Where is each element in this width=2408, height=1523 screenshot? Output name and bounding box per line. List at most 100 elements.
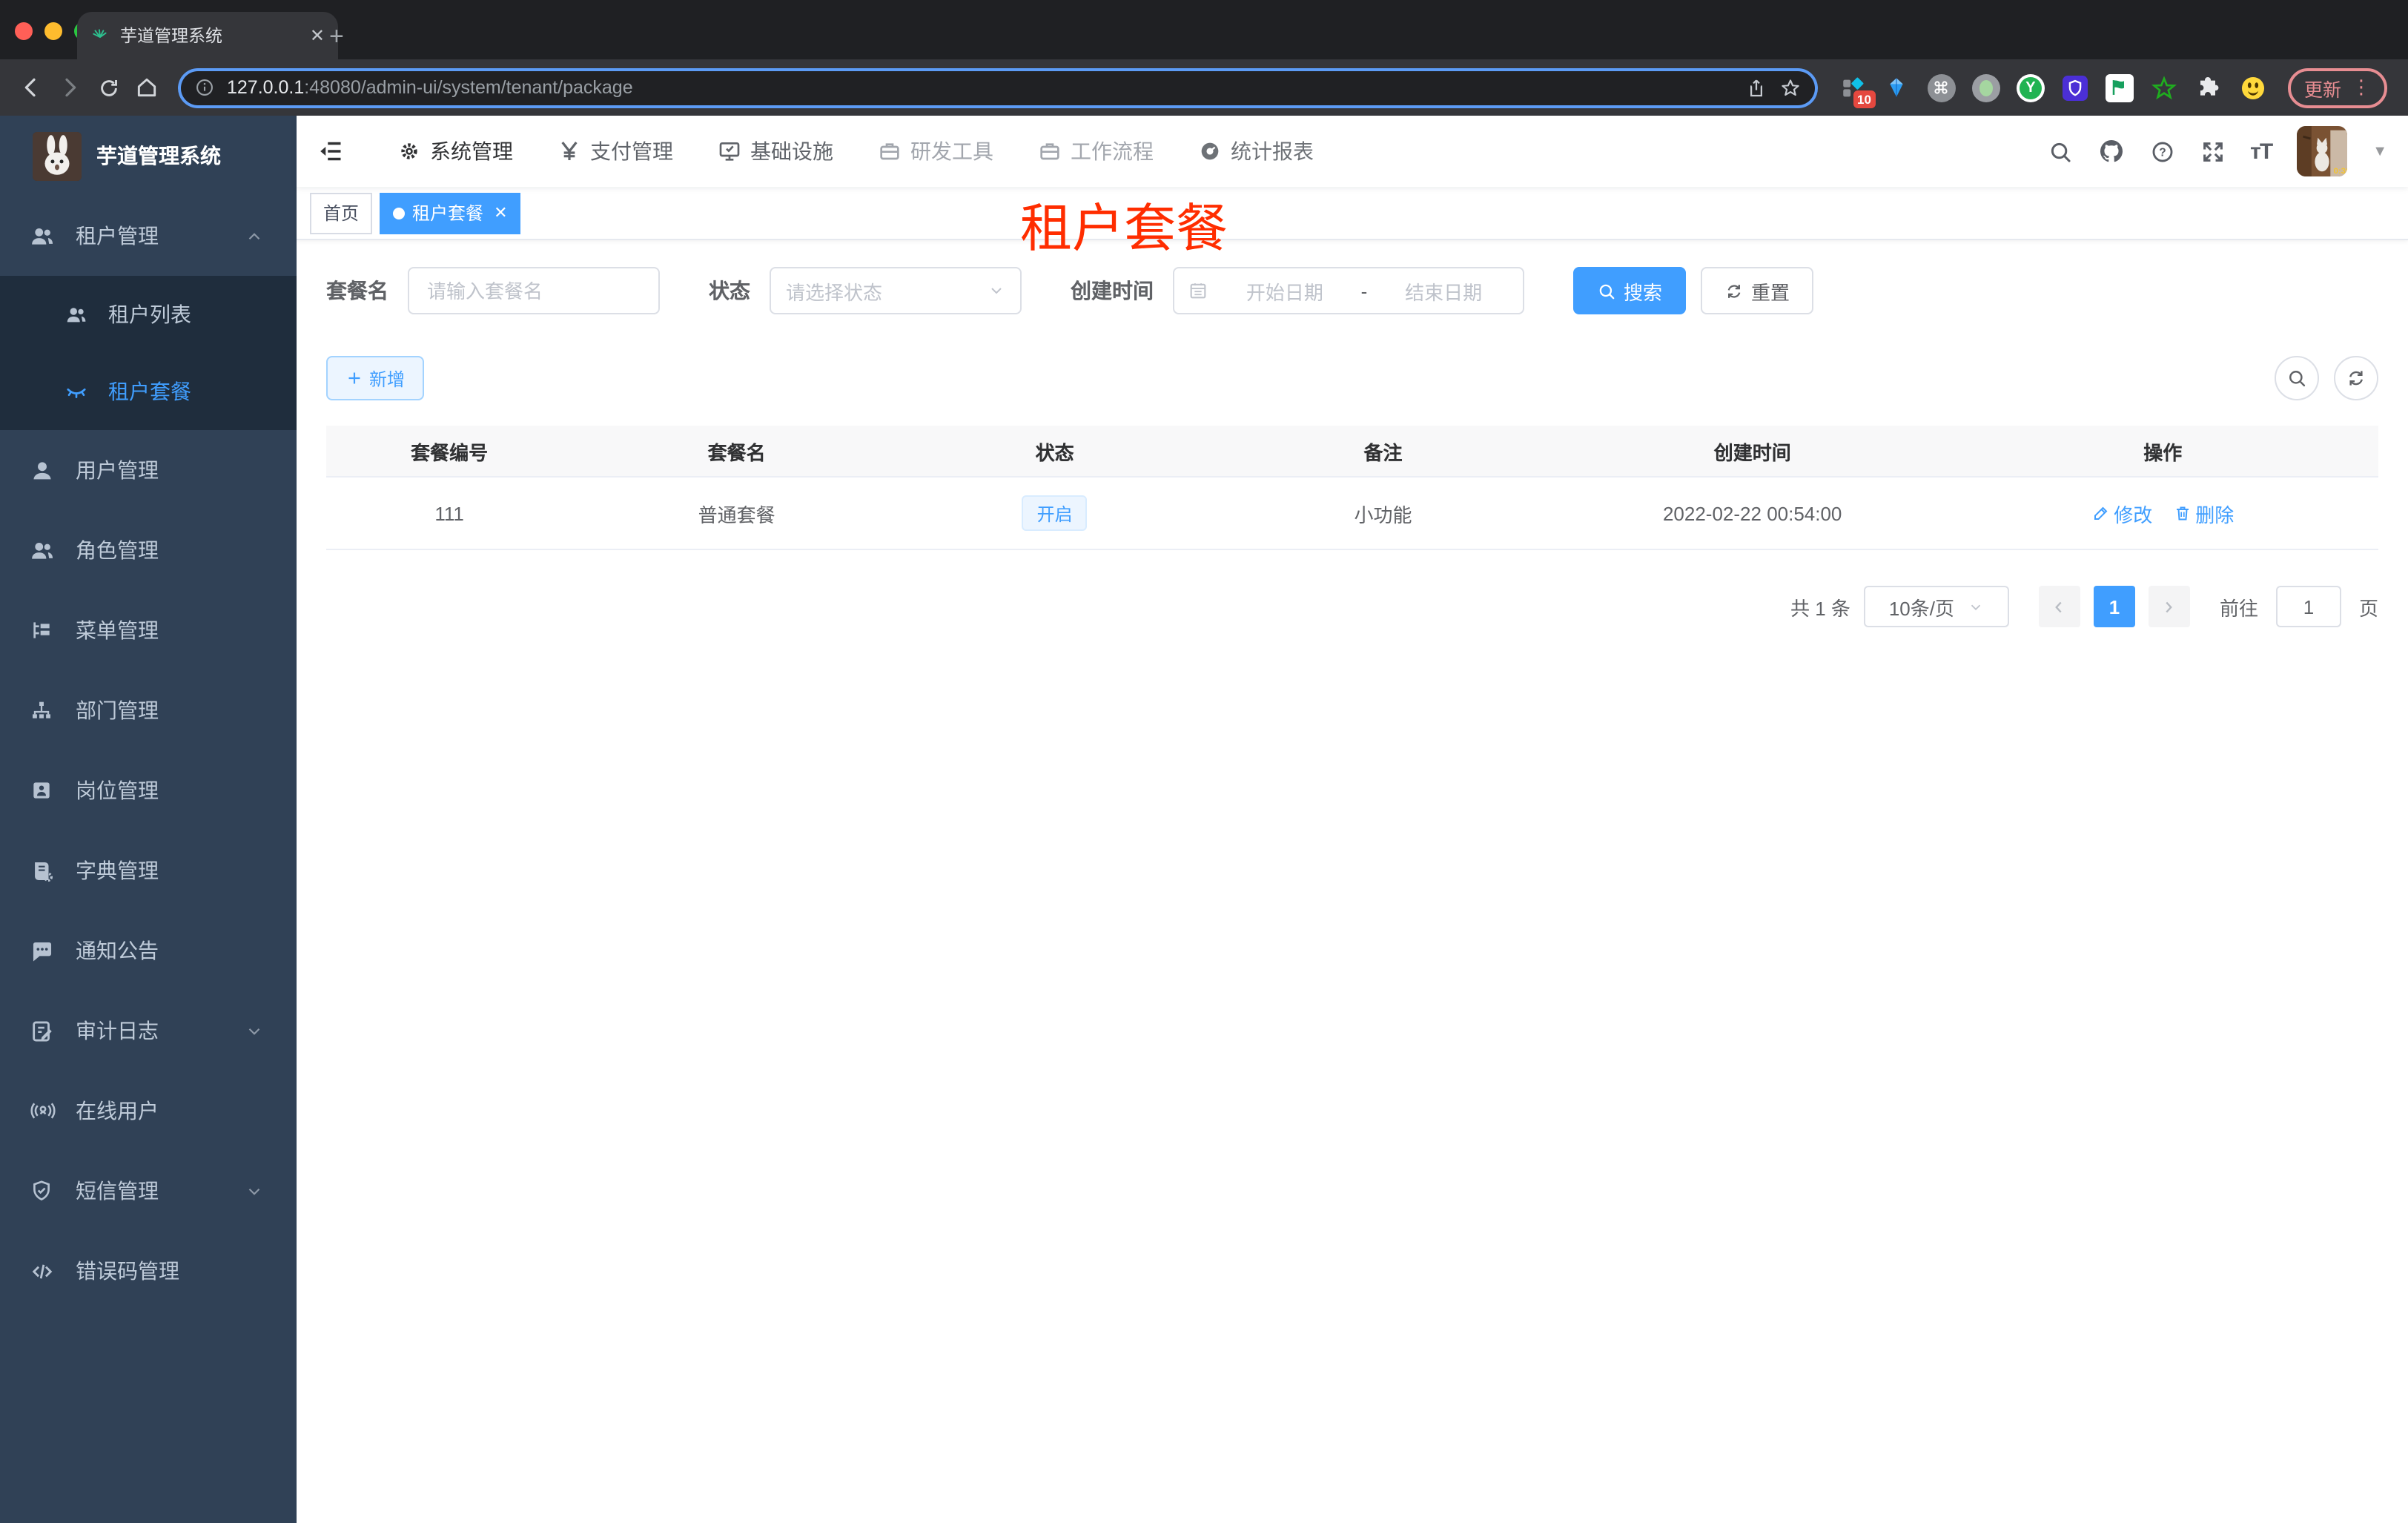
page-size-select[interactable]: 10条/页 <box>1863 586 2009 627</box>
reload-icon[interactable] <box>89 76 128 99</box>
sidebar-item-notice[interactable]: 通知公告 <box>0 911 297 991</box>
header-search-icon[interactable] <box>2047 139 2072 164</box>
tab-close-icon[interactable]: ✕ <box>310 25 325 46</box>
fullscreen-icon[interactable] <box>2200 139 2225 164</box>
top-nav: 系统管理 支付管理 基础设施 研发工具 工作流程 统计报表 <box>397 136 1314 166</box>
page-number-1[interactable]: 1 <box>2093 586 2135 627</box>
tab-title: 芋道管理系统 <box>120 28 222 46</box>
sidebar-item-audit-log[interactable]: 审计日志 <box>0 991 297 1071</box>
extension-devtool-icon[interactable]: 10 <box>1839 73 1876 108</box>
window-close-button[interactable] <box>15 22 33 40</box>
page-size-value: 10条/页 <box>1888 597 1954 619</box>
table-toolbar: 新增 <box>326 356 2378 400</box>
extension-dot-icon[interactable] <box>1971 73 2000 102</box>
window-minimize-button[interactable] <box>44 22 62 40</box>
add-button[interactable]: 新增 <box>326 356 425 400</box>
extension-y-icon[interactable]: Y <box>2016 73 2045 102</box>
extension-star-icon[interactable] <box>2150 73 2178 102</box>
column-header: 创建时间 <box>1713 441 1791 463</box>
forward-icon[interactable] <box>50 76 89 99</box>
sidebar-item-sms[interactable]: 短信管理 <box>0 1151 297 1231</box>
home-icon[interactable] <box>128 76 166 99</box>
edit-link[interactable]: 修改 <box>2091 499 2152 527</box>
sidebar-item-roles[interactable]: 角色管理 <box>0 510 297 590</box>
new-tab-button[interactable]: + <box>329 24 344 49</box>
url-text[interactable]: 127.0.0.1:48080/admin-ui/system/tenant/p… <box>227 77 1733 98</box>
back-icon[interactable] <box>12 76 50 99</box>
top-nav-infra[interactable]: 基础设施 <box>718 136 833 166</box>
goto-page-input[interactable] <box>2275 586 2341 627</box>
user-avatar[interactable] <box>2297 126 2347 176</box>
date-range-picker[interactable]: 开始日期 - 结束日期 <box>1173 267 1524 314</box>
sidebar-item-tenant-group[interactable]: 租户管理 <box>0 196 297 276</box>
prev-page-button[interactable] <box>2038 586 2080 627</box>
toolbox-icon <box>878 139 902 163</box>
table-row: 111 普通套餐 开启 小功能 2022-02-22 00:54:00 修改 删… <box>326 478 2378 550</box>
sidebar-item-label: 错误码管理 <box>76 1259 179 1283</box>
package-name-input[interactable] <box>408 267 660 314</box>
delete-link[interactable]: 删除 <box>2173 499 2234 527</box>
sidebar-item-tenant-package[interactable]: 租户套餐 <box>0 353 297 430</box>
sidebar-item-dict[interactable]: 字典管理 <box>0 830 297 911</box>
top-nav-devtools[interactable]: 研发工具 <box>878 136 993 166</box>
tag-home[interactable]: 首页 <box>310 192 373 234</box>
profile-avatar-icon[interactable] <box>2239 73 2267 102</box>
font-size-icon[interactable]: ᴛT <box>2250 139 2273 164</box>
admin-app: 芋道管理系统 租户管理 租户列表 租户套餐 用户管理 角色管理 菜单管理 部门管… <box>0 116 2408 1523</box>
code-icon <box>30 1258 55 1284</box>
app-logo-row[interactable]: 芋道管理系统 <box>0 116 297 196</box>
top-nav-workflow[interactable]: 工作流程 <box>1038 136 1154 166</box>
sidebar-item-label: 岗位管理 <box>76 779 159 802</box>
tag-tenant-package[interactable]: 租户套餐 ✕ <box>380 192 521 234</box>
sidebar-item-posts[interactable]: 岗位管理 <box>0 750 297 830</box>
url-bar[interactable]: 127.0.0.1:48080/admin-ui/system/tenant/p… <box>178 67 1818 108</box>
browser-tab[interactable]: 芋道管理系统 ✕ <box>77 12 338 59</box>
sidebar-item-users[interactable]: 用户管理 <box>0 430 297 510</box>
avatar-caret-down-icon[interactable]: ▼ <box>2372 143 2387 159</box>
top-nav-label: 工作流程 <box>1071 139 1154 163</box>
show-search-toggle-button[interactable] <box>2275 356 2319 400</box>
sidebar-item-departments[interactable]: 部门管理 <box>0 670 297 750</box>
top-nav-pay[interactable]: 支付管理 <box>558 136 673 166</box>
reset-button[interactable]: 重置 <box>1701 267 1814 314</box>
sidebar-item-label: 部门管理 <box>76 698 159 722</box>
trash-icon <box>2173 504 2191 522</box>
reset-button-label: 重置 <box>1751 281 1790 303</box>
extensions-puzzle-icon[interactable] <box>2194 73 2223 102</box>
help-icon[interactable] <box>2149 139 2174 164</box>
tag-label: 首页 <box>323 203 360 224</box>
search-button[interactable]: 搜索 <box>1573 267 1687 314</box>
page-annotation-title: 租户套餐 <box>1020 200 1228 258</box>
extension-flag-icon[interactable] <box>2105 73 2134 102</box>
post-badge-icon <box>30 779 55 802</box>
extension-gem-icon[interactable] <box>1883 73 1911 102</box>
browser-menu-icon[interactable]: ⋮ <box>2352 77 2371 96</box>
bookmark-star-icon[interactable] <box>1779 76 1802 99</box>
github-icon[interactable] <box>2097 138 2124 165</box>
top-nav-label: 研发工具 <box>910 139 993 163</box>
browser-toolbar: 127.0.0.1:48080/admin-ui/system/tenant/p… <box>0 59 2408 116</box>
tag-close-icon[interactable]: ✕ <box>494 203 507 222</box>
share-icon[interactable] <box>1745 76 1767 99</box>
status-select[interactable]: 请选择状态 <box>770 267 1022 314</box>
sidebar-item-menus[interactable]: 菜单管理 <box>0 590 297 670</box>
column-header: 备注 <box>1363 441 1403 463</box>
next-page-button[interactable] <box>2148 586 2190 627</box>
app-title: 芋道管理系统 <box>96 144 221 168</box>
top-nav-report[interactable]: 统计报表 <box>1198 136 1314 166</box>
sidebar-item-online-users[interactable]: 在线用户 <box>0 1071 297 1151</box>
app-logo <box>33 131 82 180</box>
extension-shield-icon[interactable] <box>2061 73 2089 102</box>
sidebar-fold-icon[interactable] <box>297 138 365 165</box>
site-info-icon[interactable] <box>194 77 215 98</box>
refresh-icon <box>1724 281 1744 300</box>
refresh-table-button[interactable] <box>2334 356 2378 400</box>
top-nav-system[interactable]: 系统管理 <box>397 136 513 166</box>
extension-command-icon[interactable] <box>1927 73 1956 102</box>
tenant-submenu: 租户列表 租户套餐 <box>0 276 297 430</box>
browser-update-button[interactable]: 更新 ⋮ <box>2287 67 2387 108</box>
sidebar-item-tenant-list[interactable]: 租户列表 <box>0 276 297 353</box>
add-button-label: 新增 <box>369 369 406 389</box>
filter-date: 创建时间 开始日期 - 结束日期 <box>1071 267 1524 314</box>
sidebar-item-error-codes[interactable]: 错误码管理 <box>0 1231 297 1311</box>
